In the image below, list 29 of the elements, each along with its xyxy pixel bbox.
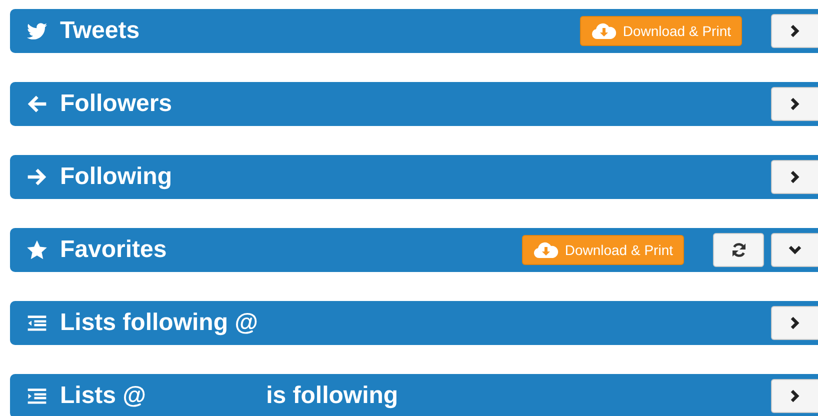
panel-title: Tweets	[60, 16, 140, 46]
cloud-download-icon	[532, 241, 559, 259]
refresh-icon	[730, 242, 746, 258]
chevron-right-icon	[790, 389, 800, 403]
refresh-button[interactable]	[713, 233, 764, 267]
twitter-bird-icon	[26, 20, 48, 42]
star-icon	[26, 239, 48, 261]
expand-button[interactable]	[771, 87, 818, 121]
panel-title: Favorites	[60, 235, 167, 265]
panel-title: Followers	[60, 89, 172, 119]
download-print-button[interactable]: Download & Print	[580, 16, 742, 46]
download-print-button[interactable]: Download & Print	[522, 235, 684, 265]
expand-button[interactable]	[771, 233, 818, 267]
expand-button[interactable]	[771, 379, 818, 413]
panel-title: Following	[60, 162, 172, 192]
chevron-right-icon	[790, 316, 800, 330]
chevron-right-icon	[790, 170, 800, 184]
chevron-down-icon	[788, 245, 802, 255]
panel-title: Lists following @	[60, 308, 258, 338]
right-arrow-icon	[26, 166, 48, 188]
panel-title: Lists @	[60, 381, 146, 411]
left-arrow-icon	[26, 93, 48, 115]
panel-title: is following	[266, 381, 398, 411]
expand-button[interactable]	[771, 306, 818, 340]
expand-button[interactable]	[771, 14, 818, 48]
cloud-download-icon	[590, 22, 617, 40]
chevron-right-icon	[790, 24, 800, 38]
expand-button[interactable]	[771, 160, 818, 194]
chevron-right-icon	[790, 97, 800, 111]
